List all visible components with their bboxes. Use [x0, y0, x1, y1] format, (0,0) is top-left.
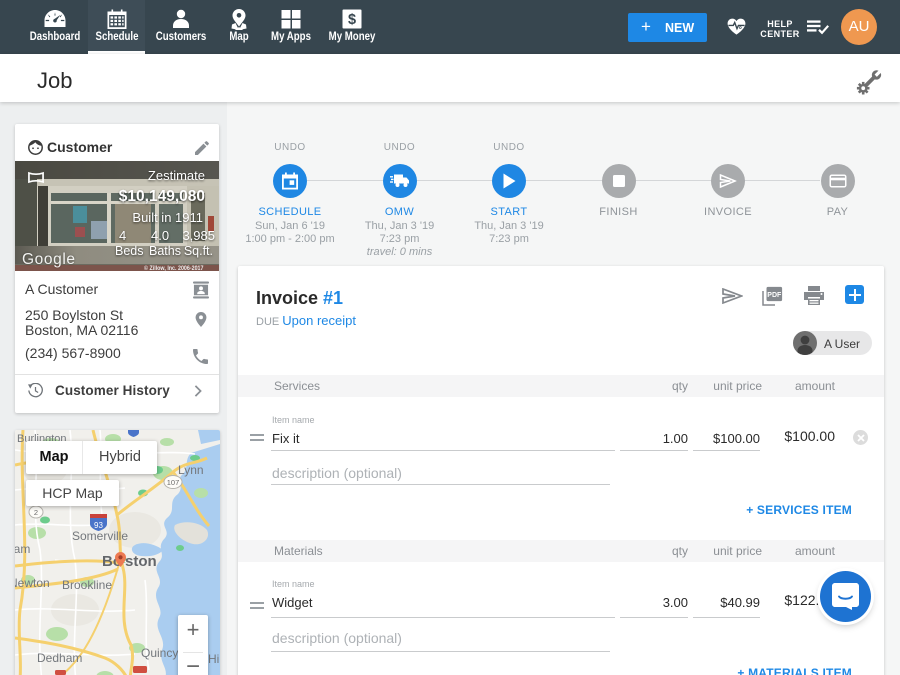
svg-text:$: $ [347, 12, 355, 28]
svg-text:Lynn: Lynn [178, 463, 204, 477]
svg-text:ston: ston [125, 553, 157, 570]
svg-text:2: 2 [34, 508, 38, 517]
svg-text:ham: ham [15, 542, 30, 556]
svg-text:Brookline: Brookline [62, 578, 112, 592]
svg-text:Hi: Hi [208, 652, 219, 666]
svg-text:PDF: PDF [767, 292, 782, 299]
svg-text:Newton: Newton [15, 576, 50, 590]
svg-text:Dedham: Dedham [37, 651, 82, 665]
svg-text:Somerville: Somerville [72, 529, 128, 543]
svg-text:107: 107 [167, 478, 180, 487]
svg-text:93: 93 [94, 521, 103, 530]
svg-text:Quincy: Quincy [141, 646, 178, 660]
